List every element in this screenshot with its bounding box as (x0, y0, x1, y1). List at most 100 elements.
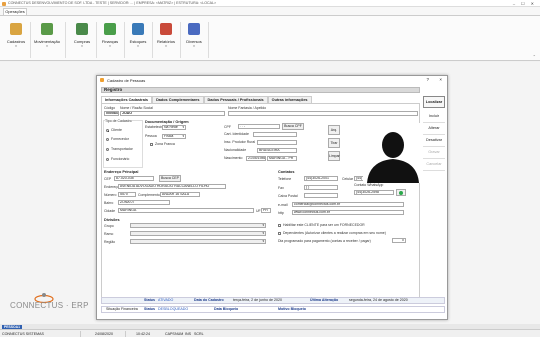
situacao-financeira-row: Situação Financeira Status DESBLOQUEADO … (101, 306, 445, 313)
person-silhouette-icon (367, 132, 419, 183)
cidade-field[interactable]: MARINGÁ (118, 208, 254, 213)
whatsapp-button[interactable] (396, 189, 406, 196)
dialog-title: Cadastro de Pessoas (107, 77, 146, 83)
forklift-icon (41, 23, 53, 35)
dia-pagamento-field[interactable]: 0 (392, 238, 406, 243)
reports-icon (160, 23, 172, 35)
collapse-ribbon-icon[interactable]: ⌃ (533, 54, 536, 59)
close-window-button[interactable]: ✕ (531, 1, 534, 6)
funcionario-radio[interactable] (106, 158, 109, 161)
chevron-down-icon: ▾ (165, 44, 167, 48)
cep-field[interactable]: 87.020-035 (114, 176, 154, 181)
busca-cep-button[interactable]: Busca CEP (159, 175, 181, 182)
alterar-button[interactable]: Alterar (423, 123, 445, 135)
people-icon (10, 23, 22, 35)
transportador-radio[interactable] (106, 148, 109, 151)
telefone-field[interactable]: (44)3026-2001 (304, 176, 338, 181)
app-status-bar: CONNECTUS SISTEMAS 24/08/2020 10:42:24 C… (0, 329, 540, 337)
chevron-down-icon: ▾ (15, 44, 17, 48)
complemento-field[interactable]: ANDAR 16 SALA (160, 192, 200, 197)
tab-dados-complementares[interactable]: Dados Complementares (152, 96, 204, 103)
tab-dados-pessoais[interactable]: Dados Pessoais / Profissionais (203, 96, 268, 103)
endereco-field[interactable]: AVENIDA ADVOGADO HORÁCIO RACCANELLO FILH… (118, 184, 226, 189)
cliente-radio[interactable] (106, 129, 109, 132)
financial-status-value: DESBLOQUEADO (158, 307, 189, 311)
whatsapp-field[interactable]: (44)3026-2598 (354, 190, 394, 195)
pessoa-select[interactable]: Física (162, 134, 186, 139)
app-icon (2, 1, 6, 6)
person-photo (363, 123, 423, 183)
chevron-down-icon: ▾ (46, 44, 48, 48)
bairro-field[interactable]: ZONA 07 (118, 200, 170, 205)
ribbon: Cadastros ▾ Movimentação ▾ Compras ▾ Fin… (0, 15, 540, 61)
busca-cpf-button[interactable]: Busca CPF (282, 123, 304, 130)
tab-operacoes[interactable]: Operações (3, 8, 27, 15)
cpf-field[interactable]: . . - (238, 124, 280, 129)
produtor-rural-field[interactable] (257, 140, 297, 145)
cancelar-button[interactable]: Cancelar (423, 159, 445, 171)
compras-button[interactable]: Compras ▾ (70, 20, 94, 60)
close-icon[interactable]: × (439, 77, 442, 82)
chevron-down-icon: ▾ (109, 44, 111, 48)
gear-globe-icon (188, 23, 200, 35)
nascimento-field[interactable]: 21/05/1986 (246, 156, 266, 161)
incluir-button[interactable]: Incluir (423, 111, 445, 123)
fornecedor-radio[interactable] (106, 138, 109, 141)
chevron-down-icon: ▾ (193, 44, 195, 48)
fax-field[interactable]: ( ) (304, 185, 338, 190)
estoques-button[interactable]: Estoques ▾ (126, 20, 150, 60)
dependentes-checkbox[interactable] (278, 232, 281, 235)
naturalidade-field[interactable]: MARINGÁ - PR (267, 156, 297, 161)
whatsapp-icon (399, 190, 403, 195)
codigo-field[interactable]: 000084 (104, 111, 119, 116)
movimentacao-button[interactable]: Movimentação ▾ (32, 20, 62, 60)
chevron-down-icon: ▾ (81, 44, 83, 48)
minimize-button[interactable]: – (513, 1, 515, 6)
window-title-bar: CONNECTUS DESENVOLVIMENTO DE SOF. LTDA -… (0, 0, 540, 7)
dialog-title-bar: Cadastro de Pessoas ? × (97, 76, 447, 84)
tirar-foto-button[interactable]: Tirar (328, 138, 340, 148)
status-row: Status ATIVADO Data do Cadastro terça-fe… (101, 297, 445, 304)
arquivo-foto-button[interactable]: Arq. (328, 125, 340, 135)
ramo-select[interactable] (130, 231, 266, 236)
relatorios-button[interactable]: Relatórios ▾ (154, 20, 178, 60)
limpar-foto-button[interactable]: Limpar (328, 151, 340, 161)
nome-field[interactable]: JOÃO (120, 111, 225, 116)
desativar-button[interactable]: Desativar (423, 135, 445, 147)
tab-informacoes-cadastrais[interactable]: Informações Cadastrais (101, 96, 153, 103)
fantasia-field[interactable] (228, 111, 418, 116)
zona-franca-checkbox[interactable] (150, 143, 153, 146)
cadastro-pessoas-dialog: Cadastro de Pessoas ? × Registro Informa… (96, 75, 448, 320)
ribbon-tabs: Operações (0, 7, 540, 15)
money-icon (104, 23, 116, 35)
uf-field[interactable]: PR (261, 208, 271, 213)
help-icon[interactable]: ? (426, 77, 429, 82)
status-value: ATIVADO (158, 298, 174, 302)
cart-icon (76, 23, 88, 35)
diversos-button[interactable]: Diversos ▾ (182, 20, 206, 60)
cadastros-button[interactable]: Cadastros ▾ (4, 20, 28, 60)
email-field[interactable]: comercial@connectus.com.br (292, 202, 404, 207)
dialog-icon (100, 78, 104, 82)
window-title: CONNECTUS DESENVOLVIMENTO DE SOF. LTDA -… (8, 1, 217, 5)
connectus-logo: CONNECTUS · ERP (4, 292, 109, 314)
boxes-icon (132, 23, 144, 35)
estabelecimento-select[interactable]: Na Rede (162, 125, 186, 130)
nacionalidade-field[interactable]: BRASILEIRA (257, 148, 297, 153)
habilitar-fornecedor-checkbox[interactable] (278, 224, 281, 227)
numero-field[interactable]: 5570 (118, 192, 136, 197)
caixa-postal-field[interactable] (304, 193, 338, 198)
financas-button[interactable]: Finanças ▾ (98, 20, 122, 60)
regiao-select[interactable] (130, 239, 266, 244)
persona-tab[interactable]: PESSOA1 (2, 324, 23, 329)
chevron-down-icon: ▾ (137, 44, 139, 48)
http-field[interactable]: www.connectus.com.br (292, 210, 404, 215)
registro-bar: Registro (101, 87, 420, 93)
grupo-select[interactable] (130, 223, 266, 228)
dialog-tabs: Informações Cadastrais Dados Complementa… (101, 96, 312, 103)
tab-outras-informacoes[interactable]: Outras informações (267, 96, 312, 103)
identidade-field[interactable] (253, 132, 297, 137)
localizar-button[interactable]: Localizar (423, 96, 445, 108)
maximize-button[interactable]: ☐ (521, 1, 525, 6)
gravar-button[interactable]: Gravar (423, 147, 445, 159)
